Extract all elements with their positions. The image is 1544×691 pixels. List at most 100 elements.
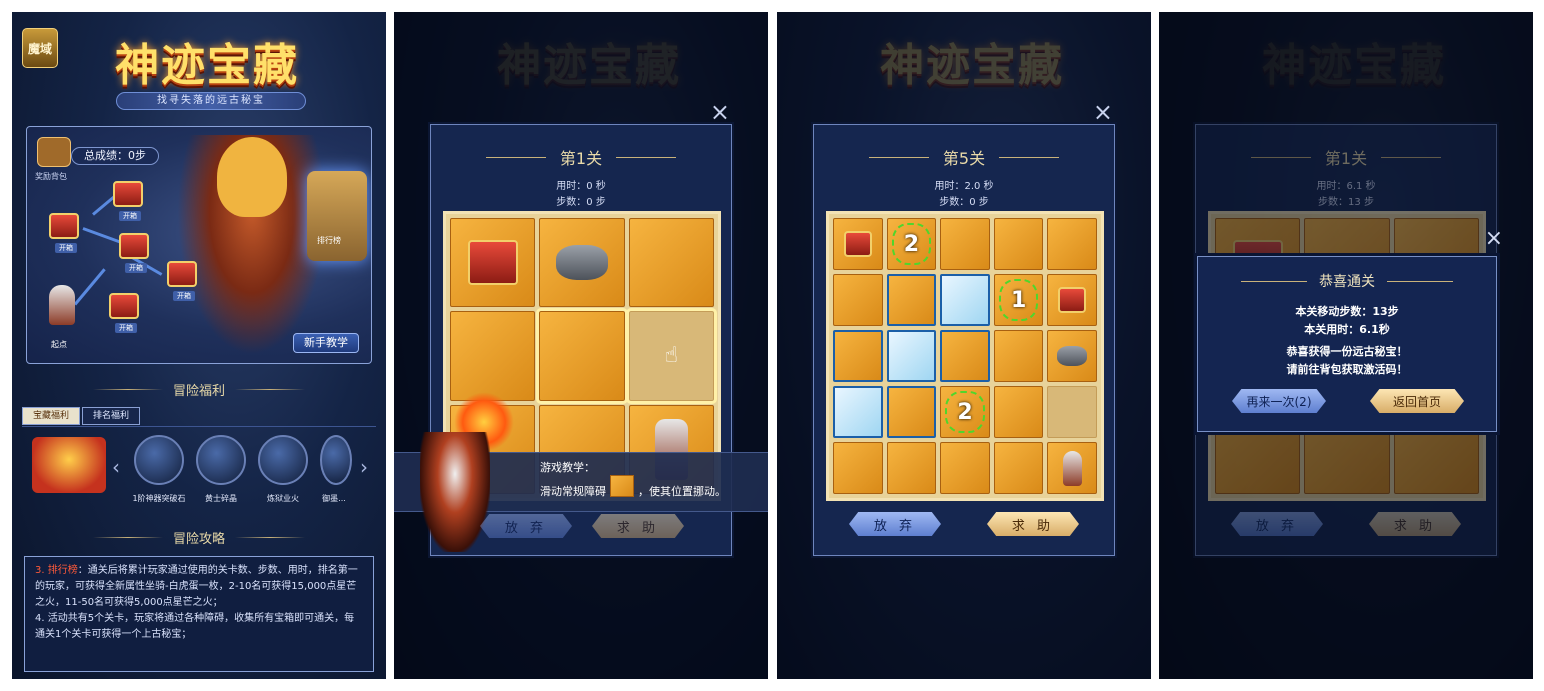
divider: [1387, 280, 1453, 282]
tile-vine[interactable]: 2: [940, 386, 990, 438]
reward-item-icon[interactable]: [258, 435, 308, 485]
chest-icon: [1057, 287, 1087, 313]
tile-chest[interactable]: [833, 218, 883, 270]
reward-item-icon[interactable]: [196, 435, 246, 485]
level-5-screen: 神迹宝藏 × 第5关 用时：2.0 秒 步数：0 步 2 1: [777, 12, 1151, 679]
reward-item-label: 黄士碎晶: [205, 494, 237, 503]
tile-block[interactable]: [886, 442, 937, 494]
tile-chest[interactable]: [450, 218, 536, 308]
divider: [1250, 156, 1311, 158]
retry-button[interactable]: 再来一次(2): [1232, 389, 1326, 413]
home-button[interactable]: 返回首页: [1370, 389, 1464, 413]
start-character: [49, 285, 75, 325]
chest-open-label: 开箱: [55, 243, 77, 253]
rock-icon: [1057, 346, 1087, 366]
tile-block[interactable]: [993, 330, 1044, 382]
steps-stat: 步数：0 步: [556, 197, 606, 208]
close-icon[interactable]: ×: [710, 98, 730, 126]
main-page-screen: 魔域 神迹宝藏 找寻失落的远古秘宝 排行榜 奖励背包 总成绩：0步 开箱 开箱 …: [12, 12, 386, 679]
tile-block[interactable]: [940, 442, 990, 494]
tab-treasure-welfare[interactable]: 宝藏福利: [22, 407, 81, 425]
level-chest[interactable]: [167, 261, 197, 287]
tip-text: 滑动常规障碍: [540, 485, 606, 498]
tab-ranking-welfare[interactable]: 排名福利: [82, 407, 141, 425]
level-complete-screen: 神迹宝藏 第1关 用时：6.1 秒 步数：13 步 放 弃 求 助 × 恭喜通关: [1159, 12, 1533, 679]
tile-empty[interactable]: [1047, 386, 1097, 438]
level-chest[interactable]: [113, 181, 143, 207]
tile-vine[interactable]: 2: [886, 218, 937, 270]
tile-block[interactable]: [833, 330, 883, 382]
help-button[interactable]: 求 助: [592, 514, 684, 538]
page-title: 神迹宝藏: [115, 40, 299, 91]
level-chest[interactable]: [119, 233, 149, 259]
puzzle-board: 2 1 2: [826, 211, 1104, 501]
heroine-hair: [217, 137, 287, 217]
tile-character[interactable]: [1047, 442, 1097, 494]
guide-rule-3: 3. 排行榜：通关后将累计玩家通过使用的关卡数、步数、用时，排名第一的玩家，可获…: [35, 563, 363, 611]
character-icon: [1062, 450, 1082, 486]
page-subtitle: 找寻失落的远古秘宝: [116, 92, 306, 110]
tip-text-end: ，使其位置挪动。: [638, 485, 726, 498]
tile-block[interactable]: [993, 218, 1044, 270]
level-chest[interactable]: [109, 293, 139, 319]
level-chest[interactable]: [49, 213, 79, 239]
give-up-button[interactable]: 放 弃: [849, 512, 941, 536]
chevron-right-icon[interactable]: ›: [360, 455, 368, 479]
tile-block[interactable]: [886, 274, 937, 326]
reward-bag-label: 奖励背包: [35, 172, 67, 181]
tile-block[interactable]: [886, 386, 937, 438]
tile-block[interactable]: [1047, 218, 1097, 270]
divider: [868, 156, 929, 158]
guide-rule-text: ：通关后将累计玩家通过使用的关卡数、步数、用时，排名第一的玩家，可获得全新属性坐…: [35, 565, 358, 608]
steps-stat: 步数：0 步: [939, 197, 989, 208]
tip-title: 游戏教学：: [540, 461, 595, 474]
reward-item-label: 御墨...: [322, 494, 346, 503]
tile-block[interactable]: [833, 442, 883, 494]
path-segment: [73, 268, 106, 306]
divider: [235, 388, 305, 390]
tile-block[interactable]: [993, 386, 1044, 438]
time-stat: 用时：0 秒: [556, 181, 606, 192]
tile-rock[interactable]: [539, 218, 625, 308]
close-icon[interactable]: ×: [1093, 98, 1113, 126]
ranking-scroll[interactable]: [307, 171, 367, 261]
reward-item-icon[interactable]: [320, 435, 352, 485]
tile-vine[interactable]: 1: [993, 274, 1044, 326]
divider: [1381, 156, 1442, 158]
tile-ice[interactable]: [886, 330, 937, 382]
give-up-button[interactable]: 放 弃: [480, 514, 572, 538]
tile-ice[interactable]: [833, 386, 883, 438]
reward-carousel: ‹ 1阶神器突破石 黄士碎晶 炼狱业火 御墨... ›: [22, 426, 376, 514]
reward-item-icon[interactable]: [134, 435, 184, 485]
help-button[interactable]: 求 助: [987, 512, 1079, 536]
guide-rule-label: 3. 排行榜: [35, 565, 78, 576]
tile-ice[interactable]: [940, 274, 990, 326]
guide-warrior: [420, 432, 490, 552]
chevron-left-icon[interactable]: ‹: [112, 455, 120, 479]
tile-block[interactable]: [940, 218, 990, 270]
chest-open-label: 开箱: [125, 263, 147, 273]
level-complete-dialog: 恭喜通关 本关移动步数：13步 本关用时：6.1秒 恭喜获得一份远古秘宝！ 请前…: [1197, 256, 1497, 432]
divider: [999, 156, 1060, 158]
guide-section-title: 冒险攻略: [12, 526, 386, 548]
level-name: 第1关: [1324, 149, 1368, 168]
tile-chest[interactable]: [1047, 274, 1097, 326]
tile-block[interactable]: [450, 311, 536, 401]
start-label: 起点: [51, 340, 67, 349]
level-name: 第5关: [942, 149, 986, 168]
tile-empty-target[interactable]: ☝: [625, 308, 718, 404]
tile-block[interactable]: [628, 218, 714, 308]
reward-bag-icon[interactable]: [37, 137, 71, 167]
divider: [235, 536, 305, 538]
tile-block-highlighted[interactable]: [536, 308, 628, 404]
chest-icon: [467, 239, 518, 286]
tile-block[interactable]: [993, 442, 1044, 494]
tile-block[interactable]: [940, 330, 990, 382]
tile-block[interactable]: [833, 274, 883, 326]
win-title-text: 恭喜通关: [1319, 274, 1375, 290]
tile-rock[interactable]: [1047, 330, 1097, 382]
tutorial-button[interactable]: 新手教学: [293, 333, 359, 353]
level-title: 第1关: [1196, 145, 1496, 169]
tutorial-screen: 神迹宝藏 × 第1关 用时：0 秒 步数：0 步 ☝ 游戏教学： 滑动常规障碍 …: [394, 12, 768, 679]
close-icon[interactable]: ×: [1485, 226, 1503, 251]
